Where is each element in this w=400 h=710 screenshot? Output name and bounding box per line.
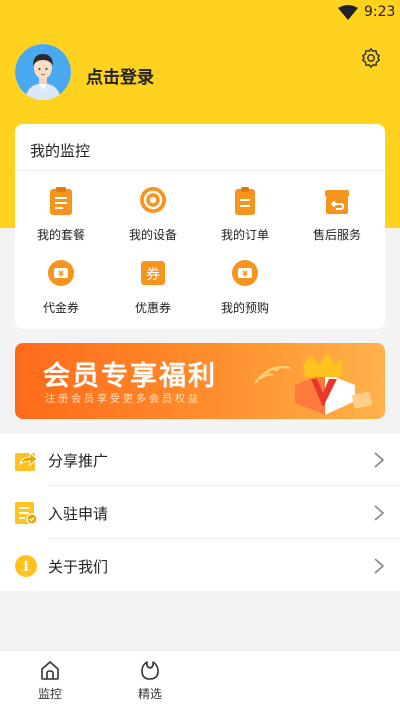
device-target-icon <box>140 187 166 213</box>
order-icon <box>235 187 255 215</box>
menu-item-about-us[interactable]: i 关于我们 <box>0 540 400 592</box>
bottom-tab-bar: 监控 精选 <box>0 650 400 710</box>
tab-featured[interactable]: 精选 <box>120 657 180 707</box>
grid-item-cash-voucher[interactable]: ¥ 代金券 <box>15 259 107 319</box>
cash-voucher-icon: ¥ <box>48 260 74 286</box>
presale-icon: ¥ <box>232 260 258 286</box>
menu-item-share[interactable]: 分享推广 <box>0 434 400 486</box>
grid-item-label: 代金券 <box>42 301 79 315</box>
grid-item-coupon[interactable]: 券 优惠券 <box>107 259 199 319</box>
grid-item-label: 我的订单 <box>220 228 269 242</box>
user-avatar-icon <box>15 44 71 100</box>
chevron-right-icon <box>374 558 385 574</box>
settings-gear-icon[interactable] <box>360 47 382 69</box>
after-sales-icon <box>325 190 349 214</box>
tab-monitor[interactable]: 监控 <box>20 657 80 707</box>
grid-item-my-presale[interactable]: ¥ 我的预购 <box>199 259 291 319</box>
svg-text:券: 券 <box>146 267 160 283</box>
wifi-icon <box>338 5 358 20</box>
monitor-card: 我的监控 我的套餐 我的设备 我的订单 售后服务 ¥ 代金券 券 优惠券 ¥ 我… <box>15 124 385 329</box>
grid-item-label: 我的设备 <box>128 228 177 242</box>
status-time: 9:23 <box>364 4 396 20</box>
coupon-icon: 券 <box>141 261 165 285</box>
gift-box-illustration-icon: V <box>254 353 372 415</box>
banner-subtitle: 注册会员享受更多会员权益 <box>45 394 201 405</box>
grid-item-label: 我的预购 <box>220 301 269 315</box>
grid-item-after-sales[interactable]: 售后服务 <box>291 186 383 246</box>
grid-item-my-device[interactable]: 我的设备 <box>107 186 199 246</box>
featured-icon <box>141 661 159 680</box>
grid-item-label: 优惠券 <box>134 301 171 315</box>
tab-label: 监控 <box>37 687 62 701</box>
chevron-right-icon <box>374 452 385 468</box>
share-icon <box>15 451 38 471</box>
menu-item-join-application[interactable]: 入驻申请 <box>0 487 400 539</box>
card-title: 我的监控 <box>30 142 91 160</box>
grid-item-label: 我的套餐 <box>36 228 85 242</box>
menu-list: 分享推广 入驻申请 i 关于我们 <box>0 434 400 591</box>
tab-label: 精选 <box>137 687 162 701</box>
divider <box>48 485 400 486</box>
banner-title: 会员专享福利 <box>43 361 217 392</box>
chevron-right-icon <box>374 505 385 521</box>
status-bar: 9:23 <box>0 0 400 26</box>
divider <box>15 170 385 171</box>
avatar[interactable] <box>15 44 71 100</box>
info-icon: i <box>15 555 37 577</box>
grid-item-my-orders[interactable]: 我的订单 <box>199 186 291 246</box>
svg-text:i: i <box>23 559 28 575</box>
home-icon <box>41 661 59 680</box>
clipboard-icon <box>50 187 72 215</box>
menu-label: 关于我们 <box>48 558 109 576</box>
grid-item-label: 售后服务 <box>312 228 361 242</box>
membership-banner[interactable]: 会员专享福利 注册会员享受更多会员权益 V <box>15 343 385 419</box>
grid-item-my-package[interactable]: 我的套餐 <box>15 186 107 246</box>
svg-text:¥: ¥ <box>58 270 64 279</box>
menu-label: 分享推广 <box>48 452 109 470</box>
menu-label: 入驻申请 <box>48 505 109 523</box>
divider <box>48 538 400 539</box>
application-form-icon <box>15 502 38 525</box>
login-link[interactable]: 点击登录 <box>86 63 154 88</box>
svg-text:¥: ¥ <box>242 270 248 279</box>
